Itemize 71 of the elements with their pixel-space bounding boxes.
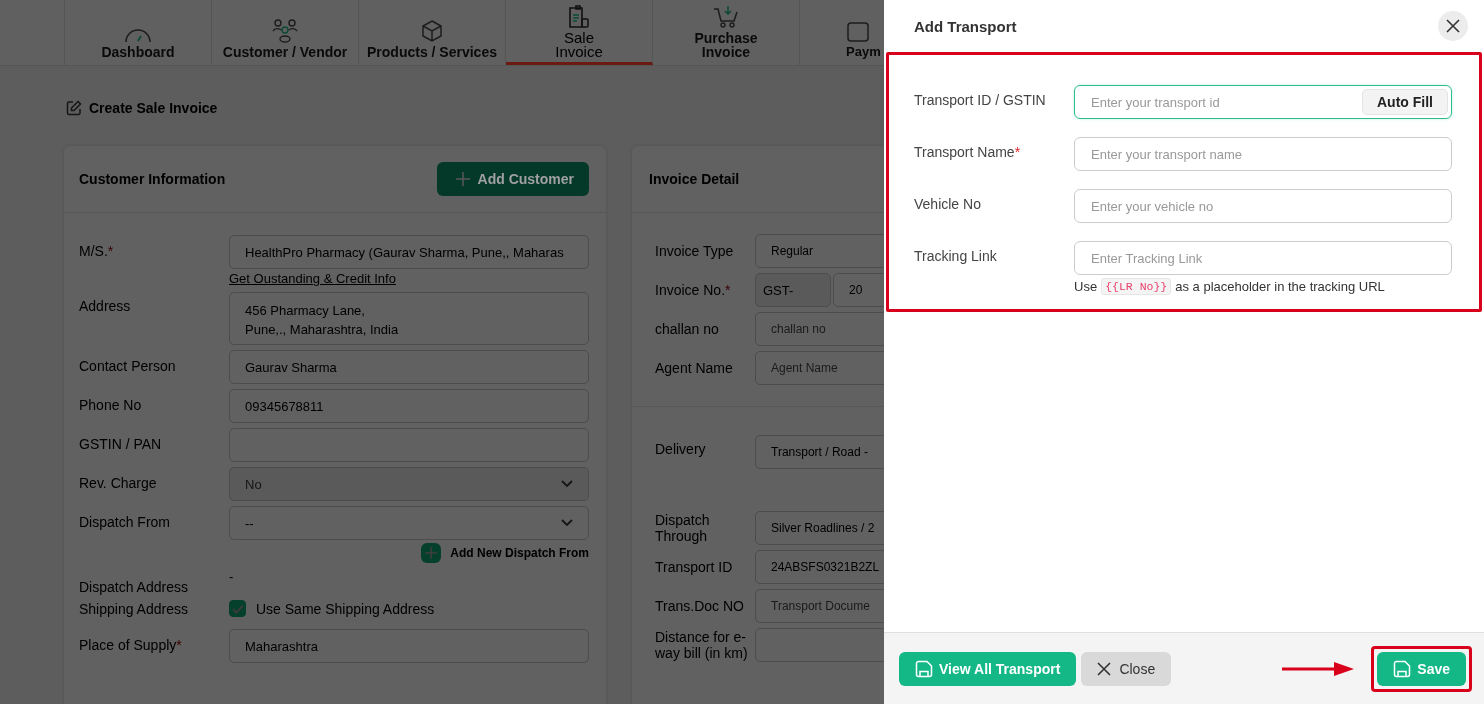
add-dispatch-link[interactable]: Add New Dispatch From [450, 546, 589, 560]
chevron-down-icon [561, 480, 573, 488]
field-label: Dispatch From [79, 513, 172, 530]
address-field[interactable]: 456 Pharmacy Lane, Pune,., Maharashtra, India [229, 292, 589, 345]
field-label: Phone No [79, 396, 143, 413]
field-label: Delivery [655, 440, 707, 457]
close-icon [1446, 19, 1460, 33]
nav-tab[interactable]: Sale Invoice [506, 0, 653, 65]
field-label: challan no [655, 321, 720, 337]
field-label: Place of Supply* [79, 636, 183, 653]
card-title: Customer Information [79, 171, 226, 187]
field-label: Dispatch Through [655, 512, 711, 544]
drawer-title: Add Transport [914, 17, 1017, 35]
auto-fill-button[interactable]: Auto Fill [1362, 89, 1448, 115]
gauge-icon [124, 27, 152, 43]
plus-circle-icon [421, 543, 442, 563]
field-value: - [229, 568, 234, 584]
field-label: Vehicle No [914, 195, 982, 212]
field-label: Agent Name [655, 360, 734, 376]
save-icon [1393, 659, 1412, 678]
field-label: Invoice No.* [655, 282, 732, 298]
close-button[interactable] [1438, 11, 1468, 41]
field-label: Tracking Link [914, 247, 998, 264]
field-label: Transport Name* [914, 143, 1022, 160]
add-customer-button[interactable]: Add Customer [436, 162, 589, 196]
people-icon [272, 19, 298, 43]
edit-icon [66, 100, 82, 116]
hint-text: Use [1074, 279, 1098, 294]
field-label: Shipping Address [79, 600, 189, 617]
view-all-transport-button[interactable]: View All Transport [899, 651, 1077, 686]
cart-icon [713, 5, 739, 29]
hint-text: as a placeholder in the tracking URL [1175, 279, 1385, 294]
input-field[interactable]: Maharashtra [229, 629, 589, 663]
nav-tab[interactable]: Dashboard [65, 0, 212, 65]
input-field[interactable]: Enter your vehicle no [1074, 189, 1452, 223]
close-icon [1097, 661, 1112, 676]
input-field[interactable]: Enter Tracking Link [1074, 241, 1452, 275]
box-icon [420, 19, 444, 43]
nav-tab[interactable]: Products / Services [359, 0, 506, 65]
select-field[interactable]: -- [229, 506, 589, 540]
input-field[interactable]: Enter your transport id Auto Fill [1074, 85, 1452, 119]
field-label: Transport ID / GSTIN [914, 91, 1047, 108]
save-button[interactable]: Save [1377, 651, 1466, 686]
close-button[interactable]: Close [1081, 651, 1172, 686]
code-snippet: {{LR No}} [1101, 278, 1172, 295]
field-label: M/S.* [79, 242, 115, 259]
input-field[interactable]: 09345678811 [229, 389, 589, 423]
nav-tab[interactable]: Customer / Vendor [212, 0, 359, 65]
input-field[interactable]: Gaurav Sharma [229, 350, 589, 384]
input-field[interactable]: HealthPro Pharmacy (Gaurav Sharma, Pune,, Maharas [229, 235, 589, 269]
field-label: Contact Person [79, 357, 177, 374]
document-icon [568, 5, 590, 29]
chevron-down-icon [561, 519, 573, 527]
card-title: Invoice Detail [649, 171, 740, 187]
checkbox[interactable] [229, 600, 246, 617]
credit-info-link[interactable]: Get Oustanding & Credit Info [229, 271, 396, 286]
field-label: Distance for e-way bill (in km) [655, 629, 749, 661]
field-label: Transport ID [655, 559, 734, 575]
field-label: Rev. Charge [79, 474, 158, 491]
input-field[interactable]: Enter your transport name [1074, 137, 1452, 171]
save-icon [915, 659, 933, 678]
prefix-field[interactable]: GST- [755, 273, 831, 307]
plus-icon [454, 171, 471, 187]
field-label: Invoice Type [655, 243, 735, 259]
checkbox-label: Use Same Shipping Address [256, 600, 435, 617]
nav-tab[interactable]: Purchase Invoice [653, 0, 800, 65]
field-label: Dispatch Address [79, 578, 189, 595]
field-label: Trans.Doc NO [655, 598, 745, 614]
page-title: Create Sale Invoice [89, 100, 218, 116]
field-label: Address [79, 297, 132, 314]
field-label: GSTIN / PAN [79, 435, 163, 452]
